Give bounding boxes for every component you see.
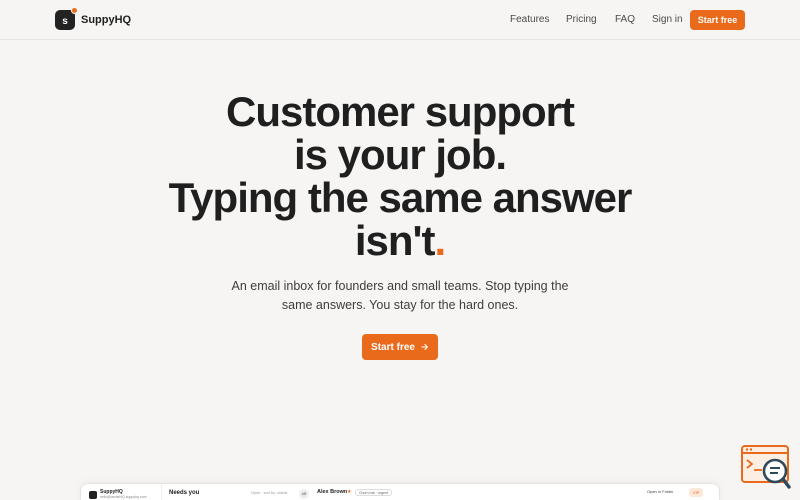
nav-features-link[interactable]: Features xyxy=(510,14,549,25)
nav-pricing-link[interactable]: Pricing xyxy=(566,14,597,25)
logo-dot xyxy=(71,7,78,14)
hero-title-line-2: is your job. xyxy=(293,131,507,178)
arrow-right-icon xyxy=(421,344,428,350)
help-widget[interactable] xyxy=(740,444,792,492)
app-preview: SuppyHQ hello@acmeHQ.suppyhq.com Needs y… xyxy=(80,483,720,500)
hero-title: Customer support is your job. Typing the… xyxy=(0,90,800,262)
brand-name: SuppyHQ xyxy=(81,14,132,26)
hero-subtitle: An email inbox for founders and small te… xyxy=(231,279,569,312)
hero-title-line-3: Typing the same answer xyxy=(168,174,633,221)
preview-logo-icon xyxy=(89,491,97,499)
hero-title-accent: . xyxy=(434,217,446,264)
preview-sidebar-divider xyxy=(161,484,162,500)
hero-start-free-button[interactable]: Start free xyxy=(362,334,438,360)
hero-title-line-4: isn't. xyxy=(354,217,446,264)
preview-customer-name: Alex Brown xyxy=(317,489,348,495)
preview-section-title: Needs you xyxy=(169,490,200,496)
site-header: s SuppyHQ Features Pricing FAQ Sign in S… xyxy=(0,0,800,40)
preview-avatar: AB xyxy=(299,489,309,499)
preview-open-action: Open in Folder xyxy=(647,489,674,494)
preview-star-icon: ★ xyxy=(347,489,352,495)
nav-faq-link[interactable]: FAQ xyxy=(615,14,635,25)
preview-tag: Churn risk · urgent xyxy=(355,489,392,496)
header-start-free-button[interactable]: Start free xyxy=(690,10,745,30)
preview-filter-text: Open · sort by: oldest xyxy=(251,491,288,495)
preview-inbox-email: hello@acmeHQ.suppyhq.com xyxy=(100,495,147,499)
nav-signin-link[interactable]: Sign in xyxy=(652,14,683,25)
preview-vip-badge: VIP xyxy=(689,488,704,497)
help-chat-icon xyxy=(741,445,791,489)
logo[interactable]: s SuppyHQ xyxy=(55,7,132,30)
logo-mark-icon: s xyxy=(55,7,78,30)
hero-title-line-1: Customer support xyxy=(225,88,575,135)
